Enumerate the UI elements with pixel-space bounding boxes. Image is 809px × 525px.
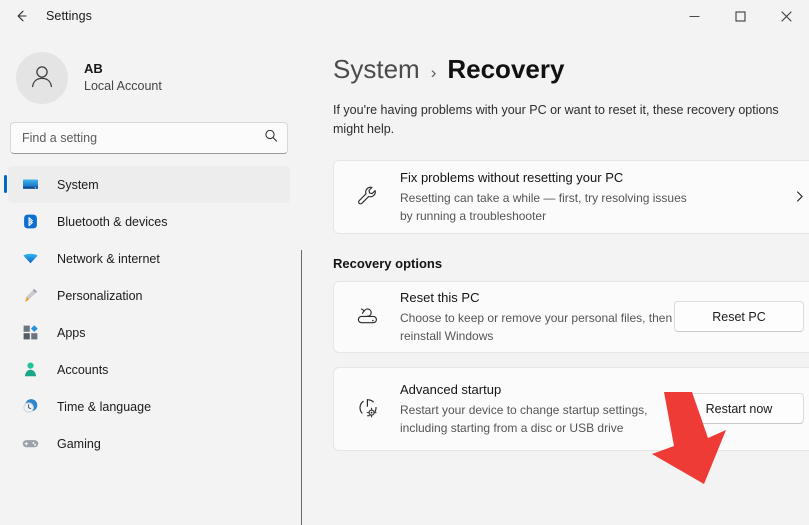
sidebar-item-label: System	[57, 177, 99, 192]
card-title: Fix problems without resetting your PC	[400, 169, 624, 185]
avatar	[16, 52, 68, 104]
bluetooth-icon	[21, 213, 39, 231]
sidebar-item-bluetooth-devices[interactable]: Bluetooth & devices	[8, 203, 290, 240]
card-title: Advanced startup	[400, 381, 502, 397]
account-header[interactable]: AB Local Account	[0, 32, 302, 110]
close-icon	[780, 10, 792, 22]
reset-pc-button[interactable]: Reset PC	[674, 301, 804, 333]
maximize-button[interactable]	[717, 0, 763, 32]
recovery-options-heading: Recovery options	[333, 255, 443, 271]
clock-icon	[21, 398, 39, 416]
chevron-right-icon[interactable]	[776, 190, 809, 203]
power-gear-icon	[350, 396, 384, 421]
sidebar-item-apps[interactable]: Apps	[8, 314, 290, 351]
search-box[interactable]	[10, 122, 288, 154]
restart-now-button[interactable]: Restart now	[674, 393, 804, 425]
card-subtitle: Resetting can take a while — first, try …	[400, 190, 687, 223]
sidebar-nav: System Bluetooth & devices Network & int…	[0, 166, 302, 462]
title-bar: Settings	[0, 0, 809, 32]
wifi-icon	[21, 250, 39, 268]
gamepad-icon	[21, 435, 39, 453]
sidebar-item-label: Bluetooth & devices	[57, 214, 168, 229]
card-subtitle: Choose to keep or remove your personal f…	[400, 310, 673, 343]
window-controls	[671, 0, 809, 32]
sidebar-item-label: Gaming	[57, 436, 101, 451]
page-description: If you're having problems with your PC o…	[333, 103, 779, 137]
sidebar-item-gaming[interactable]: Gaming	[8, 425, 290, 462]
person-avatar-icon	[27, 61, 57, 96]
minimize-button[interactable]	[671, 0, 717, 32]
back-button[interactable]	[4, 1, 38, 31]
sidebar: AB Local Account Find a setting System B…	[0, 32, 302, 525]
card-subtitle: Restart your device to change startup se…	[400, 402, 648, 435]
main-content: System › Recovery If you're having probl…	[302, 32, 809, 525]
account-name: AB	[84, 61, 103, 77]
reset-pc-icon	[350, 304, 384, 329]
maximize-icon	[734, 10, 746, 22]
close-button[interactable]	[763, 0, 809, 32]
sidebar-item-label: Network & internet	[57, 251, 160, 266]
fix-problems-card[interactable]: Fix problems without resetting your PC R…	[333, 159, 809, 234]
sidebar-item-label: Apps	[57, 325, 86, 340]
breadcrumb: System › Recovery	[302, 32, 809, 85]
sidebar-item-system[interactable]: System	[4, 166, 290, 203]
sidebar-item-time-language[interactable]: Time & language	[8, 388, 290, 425]
settings-window: Settings AB Local Account Find a setting…	[0, 0, 809, 525]
person-icon	[21, 361, 39, 379]
paintbrush-icon	[21, 287, 39, 305]
reset-this-pc-card: Reset this PC Choose to keep or remove y…	[333, 280, 809, 353]
search-container	[0, 110, 302, 154]
breadcrumb-parent[interactable]: System	[333, 54, 420, 85]
page-title: Recovery	[447, 54, 565, 84]
app-title: Settings	[46, 9, 92, 23]
minimize-icon	[689, 11, 700, 22]
sidebar-item-network-internet[interactable]: Network & internet	[8, 240, 290, 277]
apps-grid-icon	[21, 324, 39, 342]
search-input[interactable]	[11, 131, 287, 145]
account-type: Local Account	[84, 79, 162, 94]
sidebar-item-label: Accounts	[57, 362, 109, 377]
chevron-right-icon: ›	[430, 63, 437, 82]
sidebar-item-accounts[interactable]: Accounts	[8, 351, 290, 388]
back-arrow-icon	[13, 8, 29, 24]
card-title: Reset this PC	[400, 289, 480, 305]
wrench-icon	[350, 184, 384, 209]
sidebar-item-label: Time & language	[57, 399, 152, 414]
monitor-icon	[21, 176, 39, 194]
advanced-startup-card: Advanced startup Restart your device to …	[333, 366, 809, 451]
sidebar-item-label: Personalization	[57, 288, 143, 303]
sidebar-item-personalization[interactable]: Personalization	[8, 277, 290, 314]
